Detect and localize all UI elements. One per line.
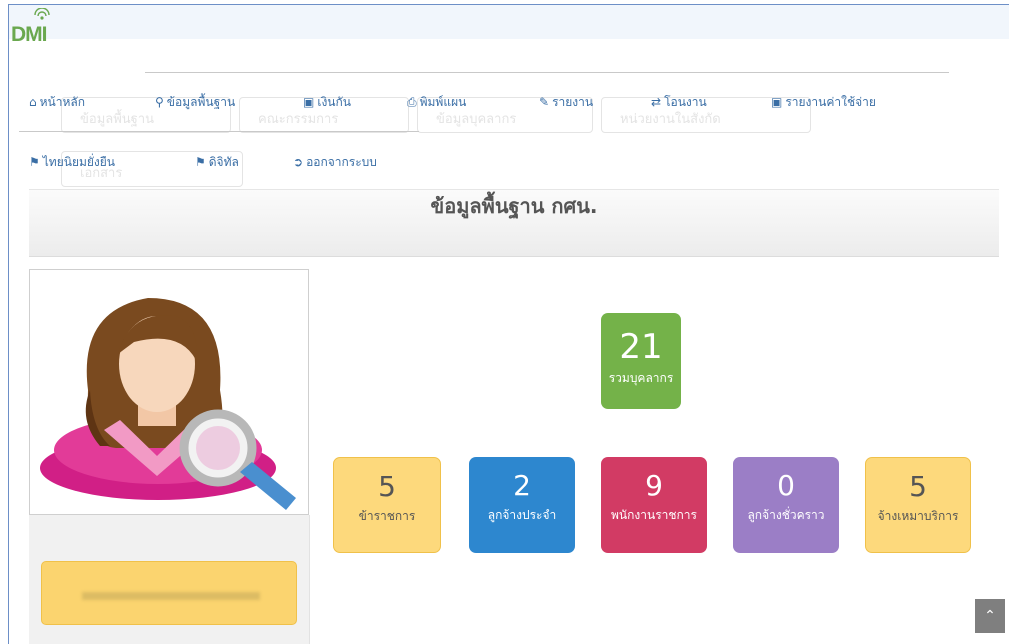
profile-photo [29, 269, 309, 515]
stat-label: ข้าราชการ [358, 509, 416, 523]
dmi-logo[interactable]: DMI [11, 8, 50, 47]
stat-temporary-employee[interactable]: 0 ลูกจ้างชั่วคราว [733, 457, 839, 553]
stat-value: 2 [513, 469, 531, 502]
stat-label: ลูกจ้างประจำ [487, 508, 557, 522]
stat-value: 0 [777, 469, 795, 502]
sign-out-icon: ➲ [293, 155, 304, 169]
stat-label: จ้างเหมาบริการ [877, 509, 959, 523]
stat-contract-service[interactable]: 5 จ้างเหมาบริการ [865, 457, 971, 553]
map-marker-icon: ⚲ [155, 95, 164, 109]
print-icon: ⎙ [407, 95, 417, 109]
stat-permanent-employee[interactable]: 2 ลูกจ้างประจำ [469, 457, 575, 553]
panel-title: ข้อมูลพื้นฐาน กศน. [430, 194, 598, 218]
menu-digital[interactable]: ⚑ ดิจิทัล [195, 153, 239, 172]
stat-government-employee[interactable]: 9 พนักงานราชการ [601, 457, 707, 553]
scroll-to-top-button[interactable]: ⌃ [975, 599, 1005, 633]
top-band [9, 5, 1009, 39]
menu-expense-report[interactable]: ▣ รายงานค่าใช้จ่าย [771, 93, 876, 112]
stat-label: พนักงานราชการ [611, 508, 697, 522]
menu-logout[interactable]: ➲ ออกจากระบบ [293, 153, 377, 172]
pencil-icon: ✎ [539, 95, 550, 109]
stat-value: 9 [645, 469, 663, 502]
flag-icon: ⚑ [29, 155, 40, 169]
panel-header: ข้อมูลพื้นฐาน กศน. [29, 189, 999, 257]
menu-insurance[interactable]: ▣ เงินกัน [303, 93, 351, 112]
stat-civil-servant[interactable]: 5 ข้าราชการ [333, 457, 441, 553]
home-icon: ⌂ [29, 95, 37, 109]
exchange-icon: ⇄ [651, 95, 662, 109]
menu-thai-niyom[interactable]: ⚑ ไทยนิยมยั่งยืน [29, 153, 115, 172]
stat-label: รวมบุคลากร [608, 371, 674, 385]
money-icon: ▣ [771, 95, 783, 109]
menu-basic-info[interactable]: ⚲ ข้อมูลพื้นฐาน [155, 93, 235, 112]
stat-label: ลูกจ้างชั่วคราว [747, 508, 825, 522]
ghost-divider [19, 131, 419, 132]
app-frame: DMI ข้อมูลพื้นฐาน คณะกรรมการ ข้อมูลบุคลา… [8, 4, 1009, 644]
money-icon: ▣ [303, 95, 315, 109]
menu-transfer[interactable]: ⇄ โอนงาน [651, 93, 707, 112]
double-chevron-up-icon: ⌃ [984, 608, 996, 624]
logo-text: DMI [11, 23, 47, 46]
female-user-search-avatar [40, 298, 296, 510]
flag-icon: ⚑ [195, 155, 206, 169]
stat-total-personnel[interactable]: 21 รวมบุคลากร [601, 313, 681, 409]
stat-value: 21 [619, 327, 663, 367]
menu-report[interactable]: ✎ รายงาน [539, 93, 593, 112]
blurred-name [82, 592, 260, 600]
user-name-box [41, 561, 297, 625]
stat-value: 5 [909, 470, 927, 503]
menu-home[interactable]: ⌂ หน้าหลัก [29, 93, 85, 112]
wifi-signal-icon [34, 8, 50, 20]
stat-value: 5 [378, 470, 396, 503]
menu-print-plan[interactable]: ⎙ พิมพ์แผน [407, 93, 466, 112]
header-divider [145, 72, 949, 73]
